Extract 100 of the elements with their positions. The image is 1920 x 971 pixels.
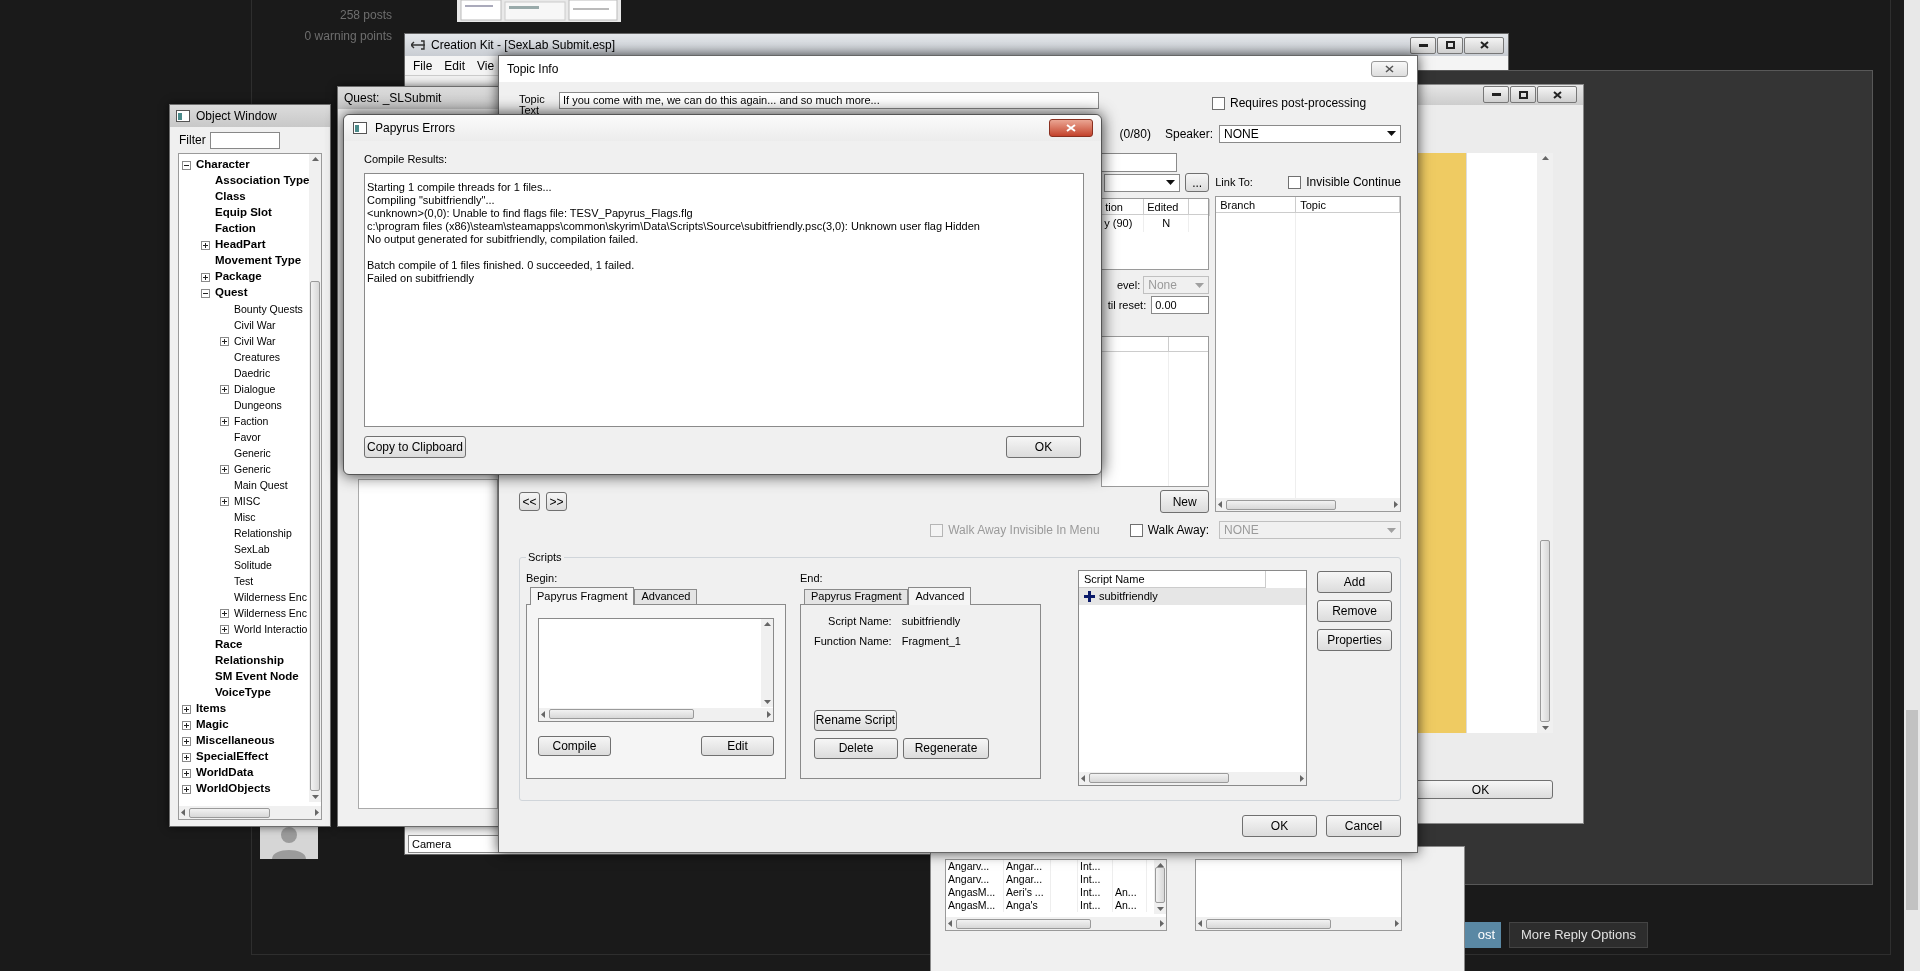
scroll-thumb[interactable] [1089,773,1230,783]
scroll-left-icon[interactable] [541,710,545,718]
next-button[interactable]: >> [546,492,567,511]
text-field[interactable]: If you come with me, we can do this again... and so much more... [559,92,1099,109]
scroll-thumb[interactable] [310,281,321,791]
scroll-left-icon[interactable] [1218,501,1223,508]
scrollbar[interactable] [1196,917,1401,930]
tree-item[interactable]: Favor [234,431,261,443]
properties-button[interactable]: Properties [1317,628,1392,651]
column-header[interactable]: Edited [1144,199,1190,216]
post-button[interactable]: ost [1465,922,1501,948]
tree-item[interactable]: Daedric [234,367,271,379]
regenerate-button[interactable]: Regenerate [903,737,989,759]
tree-item[interactable]: Race [215,639,243,651]
scroll-thumb[interactable] [1155,867,1165,903]
cancel-button[interactable]: Cancel [1326,815,1401,837]
column-header[interactable]: Script Name [1079,570,1266,588]
tab[interactable]: Advanced [908,586,972,605]
rename-button[interactable]: Rename Script [814,709,897,731]
tree-item[interactable]: VoiceType [215,687,271,699]
expand-icon[interactable] [182,720,191,730]
edit-button[interactable]: Edit [701,735,774,756]
scrollbar[interactable] [1216,498,1400,511]
scroll-down-icon[interactable] [763,699,771,704]
ok-button[interactable]: OK [1242,815,1317,837]
close-button[interactable] [1537,86,1577,103]
expand-icon[interactable] [220,416,229,426]
scroll-thumb[interactable] [1226,499,1337,510]
scroll-thumb[interactable] [1540,540,1550,722]
tree-item[interactable]: Miscellaneous [196,735,275,747]
expand-icon[interactable] [220,384,229,394]
page-scrollbar[interactable] [1904,0,1920,971]
tree-item[interactable]: Class [215,191,246,203]
collapse-icon[interactable] [201,288,210,298]
scroll-down-icon[interactable] [1156,907,1164,911]
tree-item[interactable]: Relationship [234,527,292,539]
tree-item[interactable]: Equip Slot [215,207,272,219]
expand-icon[interactable] [182,736,191,746]
dropdown[interactable] [1104,173,1181,192]
tree-item[interactable]: Association Type [215,175,310,187]
tree-item[interactable]: SM Event Node [215,671,299,683]
new-button[interactable]: New [1160,490,1210,513]
minimize-button[interactable] [1483,86,1509,103]
tree-item[interactable]: Character [196,159,250,171]
column-header[interactable]: Branch [1216,197,1297,212]
tree-item[interactable]: Movement Type [215,255,302,267]
collapse-icon[interactable] [182,160,191,170]
expand-icon[interactable] [182,752,191,762]
tree-item[interactable]: SpecialEffect [196,751,269,763]
tree-item[interactable]: WorldData [196,767,254,779]
previous-button[interactable]: << [519,492,540,511]
delete-button[interactable]: Delete [814,737,898,759]
tree-item[interactable]: Package [215,271,262,283]
expand-icon[interactable] [220,608,229,618]
tree-item[interactable]: Dungeons [234,399,282,411]
scroll-up-icon[interactable] [763,621,771,626]
scrollbar[interactable] [179,806,321,819]
text-field[interactable]: 0.00 [1151,296,1210,314]
scroll-up-icon[interactable] [1541,156,1549,160]
expand-icon[interactable] [220,496,229,506]
maximize-button[interactable] [1510,86,1536,103]
tree-item[interactable]: WorldObjects [196,783,271,795]
scrollbar[interactable] [1079,771,1306,785]
tree-item[interactable]: Relationship [215,655,284,667]
tree-item[interactable]: Faction [215,223,256,235]
tree-item[interactable]: Misc [234,511,256,523]
list-item[interactable]: subitfriendly [1079,587,1306,605]
scroll-thumb[interactable] [1206,918,1331,929]
column-header[interactable]: Topic [1296,197,1400,212]
scroll-down-icon[interactable] [1541,726,1549,730]
scroll-thumb[interactable] [189,807,270,818]
scroll-right-icon[interactable] [315,809,319,816]
scroll-right-icon[interactable] [1394,501,1398,508]
tab[interactable]: Papyrus Fragment [804,588,909,604]
expand-icon[interactable] [182,704,191,714]
tree-item[interactable]: MISC [234,495,261,507]
tree-item[interactable]: Generic [234,447,271,459]
tree-item[interactable]: Main Quest [234,479,288,491]
copy-button[interactable]: Copy to Clipboard [364,435,466,458]
tree-item[interactable]: Civil War [234,319,276,331]
scrollbar[interactable] [761,618,773,707]
scrollbar[interactable] [1154,860,1166,914]
tree-item[interactable]: Quest [215,287,248,299]
scroll-up-icon[interactable] [311,157,319,161]
expand-icon[interactable] [220,624,229,634]
scroll-thumb[interactable] [956,918,1092,929]
close-button[interactable] [1049,119,1093,137]
tree-item[interactable]: Bounty Quests [234,303,303,315]
tree-item[interactable]: World Interactio [234,623,308,635]
checkbox[interactable] [1288,175,1302,189]
tree-item[interactable]: Civil War [234,335,276,347]
close-button[interactable] [1464,36,1504,54]
scroll-left-icon[interactable] [1198,920,1202,927]
filter-field[interactable] [209,131,280,149]
menu-item[interactable]: File [413,56,433,75]
scrollbar[interactable] [539,707,773,721]
dropdown[interactable]: NONE [1219,124,1401,143]
tree-item[interactable]: Solitude [234,559,272,571]
scroll-thumb[interactable] [549,709,694,719]
tree-item[interactable]: Dialogue [234,383,276,395]
